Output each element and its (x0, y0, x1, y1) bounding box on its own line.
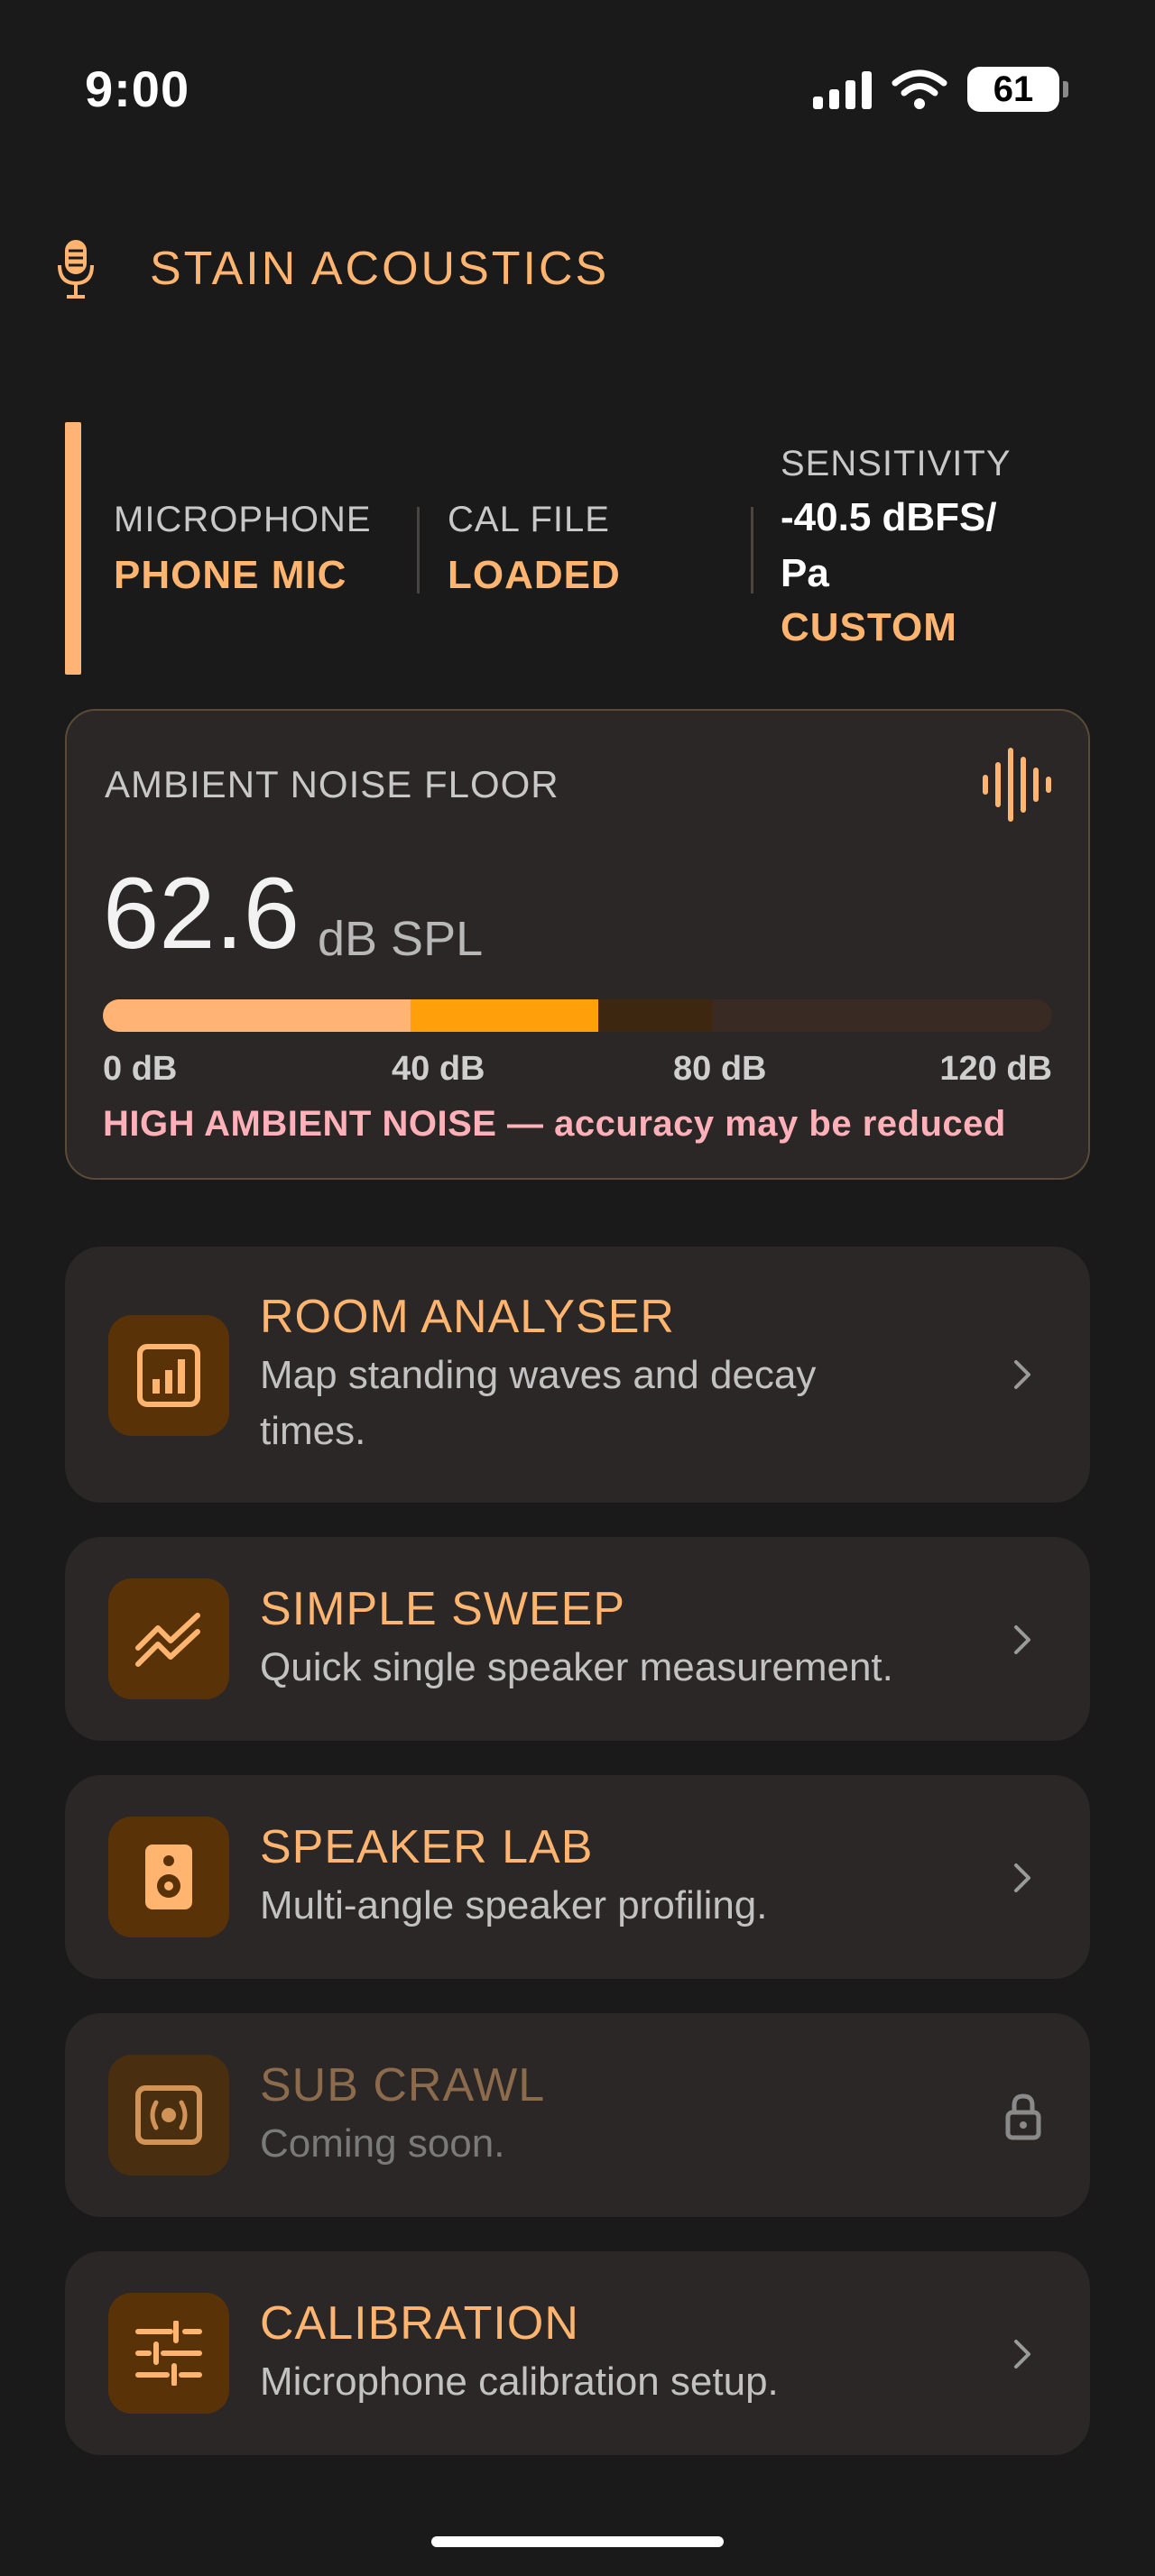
menu-room-analyser[interactable]: ROOM ANALYSER Map standing waves and dec… (65, 1247, 1090, 1503)
meter-track-mid (597, 999, 714, 1032)
ambient-value: 62.6 (103, 857, 300, 970)
status-icons: 61 (813, 67, 1068, 112)
home-indicator[interactable] (431, 2536, 724, 2547)
menu-icon-box (108, 1817, 229, 1937)
sensitivity-label: SENSITIVITY (781, 444, 1012, 483)
status-time: 9:00 (85, 60, 190, 117)
menu-title: SUB CRAWL (260, 2059, 546, 2111)
subwoofer-icon (135, 2085, 202, 2145)
battery-level: 61 (967, 67, 1059, 112)
meter-ticks: 0 dB 40 dB 80 dB 120 dB (103, 1050, 1052, 1095)
menu-simple-sweep[interactable]: SIMPLE SWEEP Quick single speaker measur… (65, 1537, 1090, 1741)
app-title: STAIN ACOUSTICS (150, 243, 610, 295)
lock-icon (1005, 2093, 1041, 2140)
menu-subtitle: Coming soon. (260, 2121, 505, 2166)
chevron-right-icon (1014, 1863, 1030, 1892)
cal-file-value: LOADED (448, 553, 621, 597)
menu-title: CALIBRATION (260, 2297, 579, 2350)
menu-icon-box (108, 1578, 229, 1699)
menu-title: ROOM ANALYSER (260, 1291, 675, 1343)
noise-level-meter (103, 999, 1052, 1032)
chevron-right-icon (1014, 1360, 1030, 1389)
sliders-icon (135, 2321, 202, 2386)
bar-chart-icon (137, 1344, 200, 1407)
battery-icon: 61 (967, 67, 1068, 112)
ambient-label: AMBIENT NOISE FLOOR (105, 763, 559, 805)
sensitivity-info[interactable]: SENSITIVITY -40.5 dBFS/ Pa CUSTOM (781, 444, 1012, 650)
ambient-noise-card: AMBIENT NOISE FLOOR 62.6 dB SPL 0 dB 40 … (65, 709, 1090, 1180)
meter-fill-low (103, 999, 411, 1032)
microphone-logo-icon (58, 240, 94, 299)
cellular-signal-icon (813, 69, 872, 109)
info-divider (417, 507, 420, 593)
cal-file-info[interactable]: CAL FILE LOADED (448, 500, 621, 598)
menu-speaker-lab[interactable]: SPEAKER LAB Multi-angle speaker profilin… (65, 1775, 1090, 1979)
microphone-info[interactable]: MICROPHONE PHONE MIC (114, 500, 372, 598)
meter-fill-high (410, 999, 598, 1032)
sensitivity-mode: CUSTOM (781, 605, 957, 649)
meter-tick-label: 120 dB (939, 1050, 1052, 1088)
chevron-right-icon (1014, 1625, 1030, 1654)
menu-title: SIMPLE SWEEP (260, 1583, 625, 1635)
menu-subtitle: Microphone calibration setup. (260, 2360, 779, 2404)
ambient-warning: HIGH AMBIENT NOISE — accuracy may be red… (103, 1104, 1006, 1144)
cal-file-label: CAL FILE (448, 500, 610, 539)
status-bar: 9:00 61 (0, 0, 1155, 180)
sensitivity-value-line2: Pa (781, 551, 829, 595)
mic-info-strip: MICROPHONE PHONE MIC CAL FILE LOADED SEN… (65, 422, 1090, 675)
info-divider (751, 507, 753, 593)
menu-subtitle: Quick single speaker measurement. (260, 1645, 893, 1689)
menu-subtitle: Map standing waves and decay times. (260, 1353, 817, 1453)
meter-tick-label: 80 dB (673, 1050, 767, 1088)
chevron-right-icon (1014, 2340, 1030, 2369)
menu-title: SPEAKER LAB (260, 1821, 594, 1873)
menu-icon-box (108, 2293, 229, 2414)
waveform-icon (983, 748, 1051, 822)
menu-subtitle: Multi-angle speaker profiling. (260, 1883, 768, 1927)
meter-tick-label: 0 dB (103, 1050, 178, 1088)
menu-calibration[interactable]: CALIBRATION Microphone calibration setup… (65, 2251, 1090, 2455)
sensitivity-value-line1: -40.5 dBFS/ (781, 495, 997, 539)
menu-icon-box (108, 1315, 229, 1436)
ambient-unit: dB SPL (318, 912, 484, 966)
accent-bar (65, 422, 81, 675)
wifi-icon (892, 69, 947, 109)
speaker-icon (145, 1845, 192, 1909)
sweep-lines-icon (135, 1613, 200, 1667)
microphone-label: MICROPHONE (114, 500, 372, 539)
menu-sub-crawl: SUB CRAWL Coming soon. (65, 2013, 1090, 2217)
app-header: STAIN ACOUSTICS (56, 238, 609, 299)
microphone-value: PHONE MIC (114, 553, 347, 597)
meter-tick-label: 40 dB (392, 1050, 485, 1088)
menu-icon-box (108, 2055, 229, 2176)
